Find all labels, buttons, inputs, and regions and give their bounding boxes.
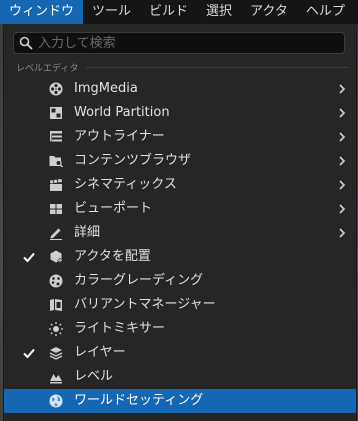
checkmark-icon [23, 348, 35, 359]
menu-item-world-settings[interactable]: ワールドセッティング [4, 389, 356, 413]
menu-item-label: バリアントマネージャー [74, 297, 216, 312]
menu-window[interactable]: ウィンドウ [0, 0, 84, 24]
checkmark-icon [23, 252, 35, 263]
menu-item-label: アクタを配置 [74, 249, 151, 264]
menu-tools[interactable]: ツール [83, 0, 140, 24]
clapperboard-icon [50, 179, 62, 191]
menu-item-label: レイヤー [74, 345, 126, 360]
menu-item-place-actors[interactable]: アクタを配置 [4, 245, 356, 269]
chevron-right-icon [339, 228, 346, 238]
menu-item-label: レベル [74, 369, 114, 384]
film-reel-icon [49, 82, 63, 96]
menu-item-cinematics[interactable]: シネマティックス [4, 173, 356, 197]
place-actors-icon [50, 250, 63, 263]
menu-help[interactable]: ヘルプ [297, 0, 354, 24]
viewport-grid-icon [50, 204, 62, 214]
menu-item-color-grading[interactable]: カラーグレーディング [4, 269, 356, 293]
variant-manager-icon [50, 299, 62, 311]
menu-item-label: ビューポート [74, 201, 153, 216]
section-header: レベルエディタ [16, 60, 348, 74]
menu-item-details[interactable]: 詳細 [4, 221, 356, 245]
world-partition-icon [50, 107, 62, 119]
menu-item-content-browser[interactable]: コンテンツブラウザ [4, 149, 356, 173]
chevron-right-icon [339, 108, 346, 118]
menu-item-layers[interactable]: レイヤー [4, 341, 356, 365]
section-label: レベルエディタ [16, 63, 79, 74]
menu-item-light-mixer[interactable]: ライトミキサー [4, 317, 356, 341]
menu-actor[interactable]: アクタ [241, 0, 297, 24]
menu-item-outliner[interactable]: アウトライナー [4, 125, 356, 149]
details-pencil-icon [50, 228, 62, 240]
menu-item-label: シネマティックス [74, 177, 177, 192]
menu-item-label: ライトミキサー [74, 321, 166, 336]
chevron-right-icon [339, 180, 346, 190]
chevron-right-icon [339, 132, 346, 142]
search-icon [19, 36, 33, 50]
globe-icon [49, 394, 63, 408]
window-menu-dropdown: レベルエディタ ImgMedia [3, 24, 357, 421]
menu-bar: ウィンドウ ツール ビルド 選択 アクタ ヘルプ [0, 0, 358, 24]
menu-item-label: World Partition [74, 105, 170, 120]
layers-icon [49, 347, 63, 360]
menu-item-label: 詳細 [74, 225, 101, 240]
content-browser-icon [49, 156, 63, 168]
search-input[interactable] [38, 34, 338, 52]
chevron-right-icon [339, 156, 346, 166]
search-box [13, 32, 345, 54]
menu-item-world-partition[interactable]: World Partition [4, 101, 356, 125]
outliner-icon [50, 131, 62, 142]
menu-select[interactable]: 選択 [197, 0, 241, 24]
menu-item-levels[interactable]: レベル [4, 365, 356, 389]
section-divider [86, 66, 348, 68]
menu-item-label: ワールドセッティング [74, 393, 204, 408]
menu-item-variant-manager[interactable]: バリアントマネージャー [4, 293, 356, 317]
chevron-right-icon [339, 204, 346, 214]
menu-item-label: コンテンツブラウザ [74, 153, 192, 168]
chevron-right-icon [339, 84, 346, 94]
light-mixer-icon [49, 322, 63, 336]
color-grading-icon [49, 274, 63, 288]
menu-item-imgmedia[interactable]: ImgMedia [4, 77, 356, 101]
menu-item-viewports[interactable]: ビューポート [4, 197, 356, 221]
menu-item-label: アウトライナー [74, 129, 165, 144]
menu-item-label: ImgMedia [74, 81, 138, 96]
menu-item-list: ImgMedia World Partition アウトライナー コンテンツブラ… [4, 77, 356, 413]
levels-icon [50, 374, 62, 384]
menu-build[interactable]: ビルド [140, 0, 197, 24]
menu-item-label: カラーグレーディング [74, 273, 204, 288]
